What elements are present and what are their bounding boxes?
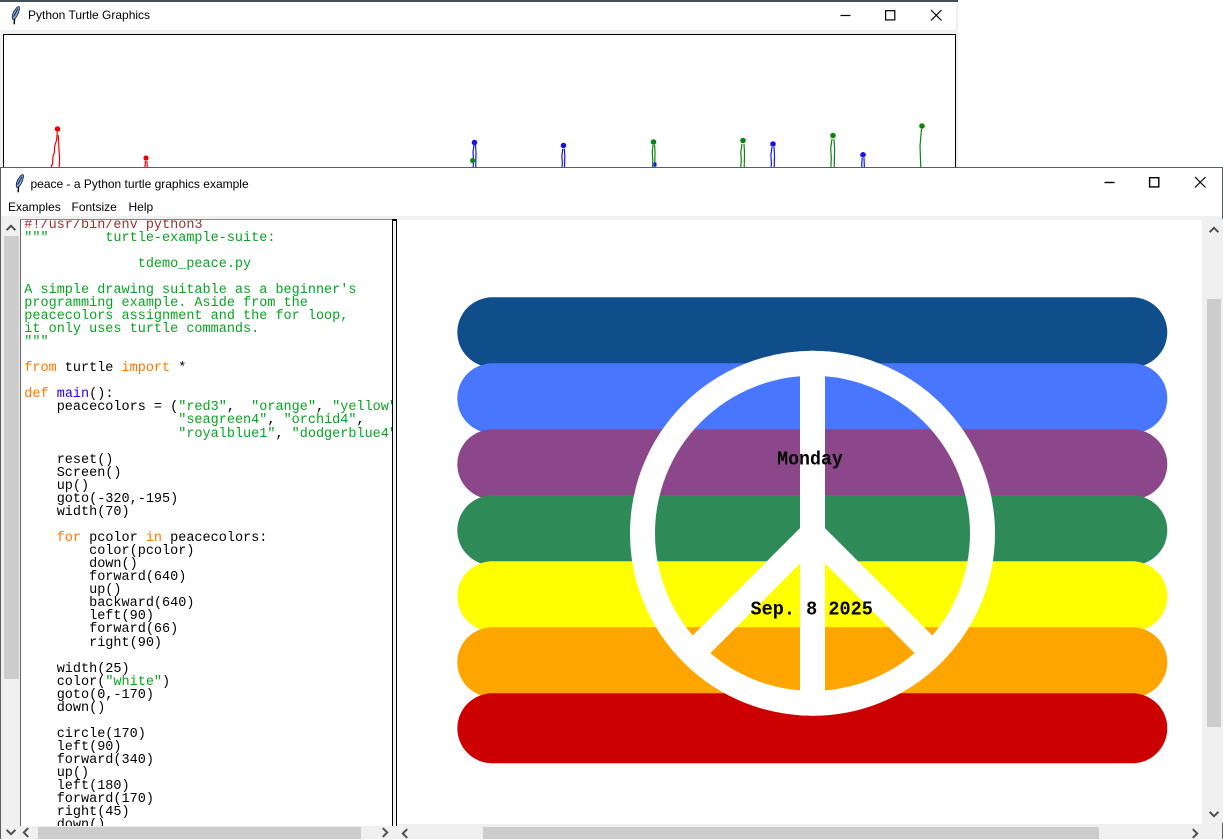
svg-text:Sep. 8 2025: Sep. 8 2025 <box>751 599 873 621</box>
svg-text:Monday: Monday <box>777 448 843 470</box>
